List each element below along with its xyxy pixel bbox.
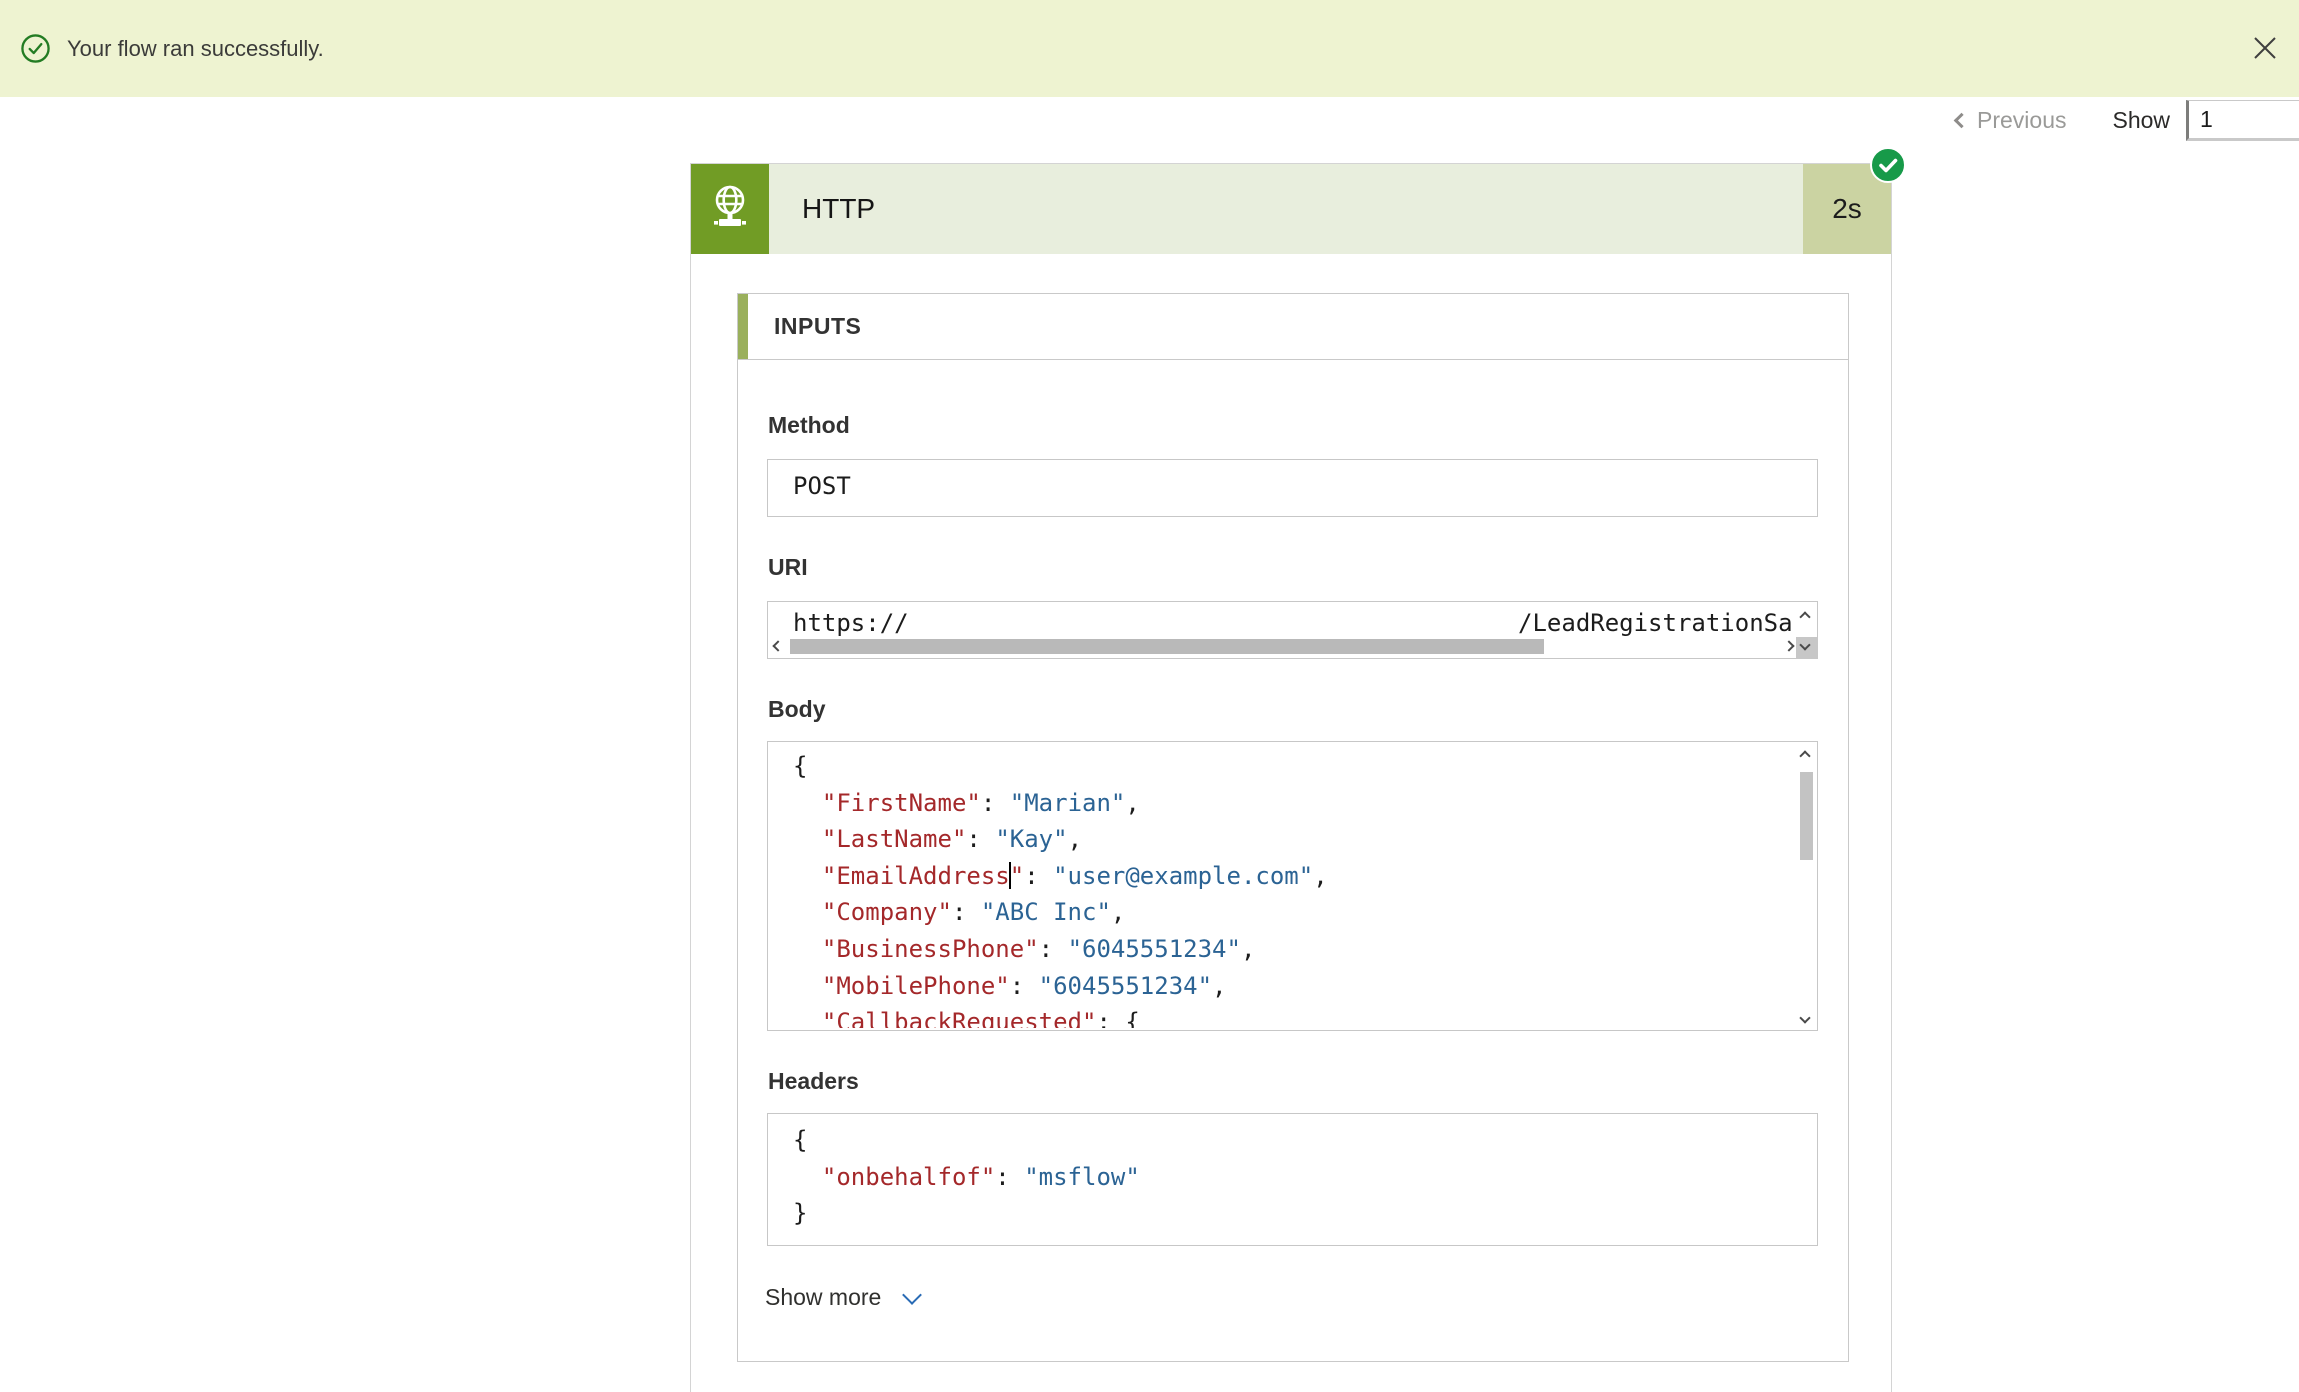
- uri-scroll-corner[interactable]: [1796, 637, 1817, 658]
- inputs-section-header: INPUTS: [738, 294, 1848, 360]
- body-label: Body: [768, 696, 826, 722]
- uri-label: URI: [768, 554, 808, 580]
- uri-redacted-gap: [909, 609, 1518, 637]
- show-count-input[interactable]: 1: [2186, 99, 2299, 141]
- action-card-header[interactable]: HTTP 2s: [691, 164, 1891, 254]
- inputs-section: INPUTS Method POST URI https:// /LeadReg…: [737, 293, 1849, 1362]
- action-title: HTTP: [769, 164, 1803, 254]
- show-more-button[interactable]: Show more: [765, 1284, 923, 1311]
- flow-run-page: Your flow ran successfully. Previous Sho…: [0, 0, 2299, 1392]
- body-value-box[interactable]: { "FirstName": "Marian", "LastName": "Ka…: [767, 741, 1818, 1031]
- success-banner: Your flow ran successfully.: [0, 0, 2299, 97]
- close-icon[interactable]: [2249, 32, 2281, 64]
- method-value-box[interactable]: POST: [767, 459, 1818, 517]
- previous-button[interactable]: Previous: [1953, 106, 2067, 134]
- method-label: Method: [768, 412, 850, 438]
- scroll-down-icon[interactable]: [1799, 639, 1811, 651]
- body-json-code: { "FirstName": "Marian", "LastName": "Ka…: [793, 752, 1328, 1028]
- scroll-up-icon[interactable]: [1799, 750, 1811, 762]
- uri-value-box[interactable]: https:// /LeadRegistrationSam: [767, 601, 1818, 659]
- run-pager: Previous Show 1: [1953, 99, 2299, 141]
- inputs-title: INPUTS: [774, 313, 862, 339]
- http-action-card: HTTP 2s INPUTS Method POST URI https:// …: [690, 147, 1906, 1392]
- check-circle-icon: [21, 34, 50, 63]
- uri-scrollbar-thumb[interactable]: [790, 638, 1545, 654]
- body-scrollbar-thumb[interactable]: [1800, 772, 1813, 860]
- body-vertical-scrollbar[interactable]: [1796, 742, 1817, 1030]
- http-connector-icon-box: [691, 164, 769, 254]
- uri-path: /LeadRegistrationSam: [1518, 609, 1793, 637]
- scroll-left-icon[interactable]: [772, 640, 784, 652]
- http-globe-icon: [714, 185, 746, 226]
- success-check-badge: [1870, 147, 1906, 183]
- chevron-down-icon: [902, 1284, 923, 1305]
- show-label: Show: [2112, 106, 2171, 133]
- uri-scheme: https://: [793, 609, 909, 637]
- previous-label: Previous: [1977, 106, 2067, 133]
- uri-horizontal-scrollbar[interactable]: [772, 638, 1795, 654]
- headers-json-code: { "onbehalfof": "msflow"}: [793, 1126, 1140, 1228]
- scroll-up-icon[interactable]: [1799, 611, 1811, 623]
- headers-value-box[interactable]: { "onbehalfof": "msflow"}: [767, 1113, 1818, 1246]
- uri-text: https:// /LeadRegistrationSam: [793, 609, 1793, 637]
- show-more-label: Show more: [765, 1284, 882, 1310]
- scroll-down-icon[interactable]: [1799, 1012, 1811, 1024]
- headers-label: Headers: [768, 1068, 859, 1094]
- scroll-right-icon[interactable]: [1783, 640, 1795, 652]
- banner-message: Your flow ran successfully.: [67, 35, 324, 61]
- chevron-left-icon: [1953, 112, 1970, 128]
- inputs-accent-bar: [738, 294, 748, 359]
